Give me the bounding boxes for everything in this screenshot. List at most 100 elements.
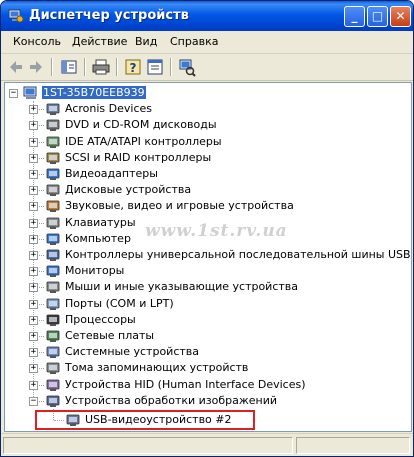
properties-icon[interactable] — [145, 57, 165, 77]
tree-category-item[interactable]: + Клавиатуры — [5, 215, 409, 231]
tree-item-label: IDE ATA/ATAPI контроллеры — [65, 134, 222, 148]
help-icon[interactable]: ? — [123, 57, 143, 77]
tree-item-label: Acronis Devices — [65, 102, 152, 116]
expand-toggle[interactable]: + — [29, 251, 38, 260]
highlight-box — [35, 410, 255, 430]
expand-toggle[interactable]: + — [29, 380, 38, 390]
print-icon[interactable] — [91, 57, 111, 77]
system-device-icon — [46, 346, 60, 359]
tree-category-item[interactable]: + IDE ATA/ATAPI контроллеры — [5, 134, 409, 150]
tree-category-item[interactable]: + Сетевые платы — [5, 328, 409, 344]
tree-item-label: Устройства HID (Human Interface Devices) — [65, 377, 306, 391]
expand-toggle[interactable]: + — [29, 170, 38, 179]
display-adapter-icon — [46, 168, 60, 180]
toolbar-separator — [51, 58, 53, 76]
tree-category-item[interactable]: + DVD и CD-ROM дисководы — [5, 117, 409, 133]
expand-toggle[interactable]: + — [29, 299, 38, 309]
scsi-controller-icon — [46, 152, 60, 164]
status-segment — [296, 437, 410, 454]
cd-drive-icon — [46, 119, 60, 132]
menu-action[interactable]: Действие — [72, 35, 127, 48]
tree-category-item[interactable]: + Видеоадаптеры — [5, 166, 409, 182]
toolbar: ? — [1, 54, 413, 81]
expand-toggle[interactable]: − — [29, 396, 38, 406]
menu-help[interactable]: Справка — [170, 35, 218, 48]
expand-toggle[interactable]: + — [29, 121, 38, 131]
network-adapter-icon — [46, 330, 60, 342]
expand-toggle[interactable]: + — [29, 137, 38, 147]
status-segment — [3, 437, 293, 454]
tree-item-label: Процессоры — [65, 312, 136, 326]
expand-toggle[interactable]: − — [9, 89, 18, 98]
device-tree-panel[interactable]: www.1st.rv.ua −1ST-35B70EEB939 + Acronis D… — [4, 82, 412, 432]
toolbar-separator — [170, 58, 172, 76]
minimize-button[interactable]: _ — [344, 6, 365, 27]
computer-icon — [46, 233, 60, 245]
tree-category-item[interactable]: + Устройства HID (Human Interface Devices… — [5, 377, 409, 393]
tree-item-label: Звуковые, видео и игровые устройства — [65, 199, 294, 213]
tree-category-item[interactable]: + SCSI и RAID контроллеры — [5, 150, 409, 166]
expand-toggle[interactable]: + — [29, 105, 38, 115]
close-button[interactable]: ✕ — [390, 6, 411, 27]
tree-category-item[interactable]: + Дисковые устройства — [5, 182, 409, 198]
tree-item-label: Порты (COM и LPT) — [65, 296, 174, 310]
tree-category-item[interactable]: + Тома запоминающих устройств — [5, 360, 409, 376]
console-tree-icon[interactable] — [59, 57, 79, 77]
menu-view[interactable]: Вид — [135, 35, 157, 48]
tree-item-label: SCSI и RAID контроллеры — [65, 150, 212, 164]
tree-category-item[interactable]: + Компьютер — [5, 231, 409, 247]
expand-toggle[interactable]: + — [29, 267, 38, 277]
expand-toggle[interactable]: + — [29, 186, 38, 196]
tree-item-label: Тома запоминающих устройств — [65, 361, 249, 375]
processor-icon — [46, 314, 60, 326]
tree-item-label: Контроллеры универсальной последовательн… — [65, 248, 411, 261]
tree-category-item[interactable]: + Порты (COM и LPT) — [5, 296, 409, 312]
toolbar-separator — [116, 58, 118, 76]
menu-bar: Консоль Действие Вид Справка — [1, 31, 413, 54]
mouse-icon — [46, 281, 60, 294]
expand-toggle[interactable]: + — [29, 218, 38, 228]
scan-hardware-icon[interactable] — [177, 57, 197, 77]
tree-item-label: Клавиатуры — [65, 215, 136, 229]
port-icon — [46, 298, 60, 310]
tree-item-label: Мониторы — [65, 264, 125, 278]
device-manager-window: Диспетчер устройств _ □ ✕ Консоль Действ… — [0, 0, 414, 457]
ide-controller-icon — [46, 136, 60, 148]
toolbar-separator — [84, 58, 86, 76]
tree-item-label: Системные устройства — [65, 345, 199, 359]
expand-toggle[interactable]: + — [29, 315, 38, 325]
menu-console[interactable]: Консоль — [13, 35, 61, 48]
forward-arrow-icon[interactable] — [26, 57, 46, 77]
device-manager-icon — [8, 9, 24, 23]
expand-toggle[interactable]: + — [29, 364, 38, 374]
acronis-device-icon — [46, 103, 60, 116]
tree-category-item[interactable]: + Звуковые, видео и игровые устройства — [5, 198, 409, 214]
expand-toggle[interactable]: + — [29, 234, 38, 244]
expand-toggle[interactable]: + — [29, 332, 38, 341]
expand-toggle[interactable]: + — [29, 202, 38, 212]
back-arrow-icon[interactable] — [6, 57, 26, 77]
tree-category-item[interactable]: + Системные устройства — [5, 344, 409, 360]
imaging-device-icon — [46, 395, 60, 407]
tree-item-label: 1ST-35B70EEB939 — [42, 86, 146, 99]
status-bar — [1, 433, 413, 456]
tree-root[interactable]: − 1ST-35B70EEB939 — [5, 85, 409, 101]
tree-item-label: Мыши и иные указывающие устройства — [65, 280, 299, 294]
expand-toggle[interactable]: + — [29, 283, 38, 293]
tree-category-item[interactable]: + Мониторы — [5, 263, 409, 279]
tree-category-item[interactable]: + Acronis Devices — [5, 101, 409, 117]
tree-category-item[interactable]: − Устройства обработки изображений — [5, 393, 409, 409]
tree-item-label: Дисковые устройства — [65, 183, 192, 197]
tree-category-item[interactable]: + Контроллеры универсальной последователь… — [5, 247, 411, 263]
title-bar[interactable]: Диспетчер устройств _ □ ✕ — [1, 1, 413, 31]
maximize-button[interactable]: □ — [367, 6, 388, 27]
tree-item-label: Компьютер — [65, 231, 131, 245]
usb-controller-icon — [46, 249, 60, 261]
expand-toggle[interactable]: + — [29, 153, 38, 163]
tree-category-item[interactable]: + Процессоры — [5, 312, 409, 328]
disk-drive-icon — [46, 184, 60, 197]
sound-device-icon — [46, 200, 60, 213]
tree-item-label: Видеоадаптеры — [65, 167, 158, 180]
expand-toggle[interactable]: + — [29, 348, 38, 358]
tree-category-item[interactable]: + Мыши и иные указывающие устройства — [5, 279, 409, 295]
